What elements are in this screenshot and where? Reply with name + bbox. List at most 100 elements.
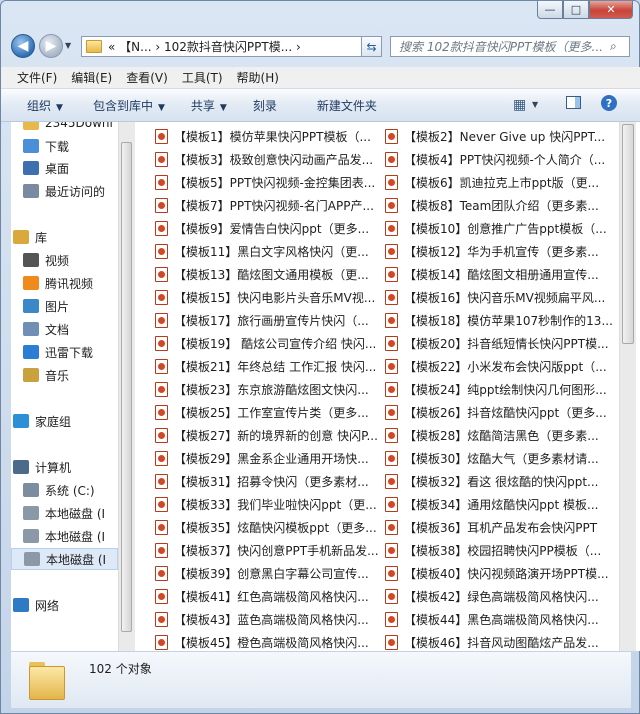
file-item[interactable]: 【模板33】我们毕业啦快闪ppt（更... xyxy=(155,493,381,516)
back-button[interactable]: ◀ xyxy=(11,34,35,58)
file-item[interactable]: 【模板21】年终总结 工作汇报 快闪... xyxy=(155,355,381,378)
file-item[interactable]: 【模板34】通用炫酷快闪ppt 模板... xyxy=(385,493,621,516)
file-item[interactable]: 【模板32】看这 很炫酷的快闪ppt... xyxy=(385,470,621,493)
file-item[interactable]: 【模板11】黑白文字风格快闪（更... xyxy=(155,240,381,263)
sidebar-item[interactable]: 本地磁盘 (I xyxy=(23,502,105,524)
search-input[interactable]: 搜索 102款抖音快闪PPT模板（更多... xyxy=(390,36,630,57)
burn-button[interactable]: 刻录 xyxy=(253,97,277,114)
file-item[interactable]: 【模板43】蓝色高端极简风格快闪... xyxy=(155,608,381,631)
file-name: 【模板17】旅行画册宣传片快闪（... xyxy=(174,314,369,328)
file-item[interactable]: 【模板39】创意黑白字幕公司宣传... xyxy=(155,562,381,585)
file-item[interactable]: 【模板14】酷炫图文相册通用宣传... xyxy=(385,263,621,286)
pptx-file-icon xyxy=(155,382,168,397)
menu-tools[interactable]: 工具(T) xyxy=(182,69,223,86)
sidebar-item[interactable]: 音乐 xyxy=(23,364,69,386)
file-item[interactable]: 【模板19】 酷炫公司宣传介绍 快闪... xyxy=(155,332,381,355)
file-item[interactable]: 【模板20】抖音纸短情长快闪PPT模... xyxy=(385,332,621,355)
sidebar-item[interactable]: 桌面 xyxy=(23,157,69,179)
search-placeholder: 搜索 102款抖音快闪PPT模板（更多... xyxy=(399,40,603,54)
file-item[interactable]: 【模板1】模仿苹果快闪PPT模板（... xyxy=(155,125,381,148)
menu-help[interactable]: 帮助(H) xyxy=(237,69,279,86)
help-icon[interactable]: ? xyxy=(601,95,617,111)
file-item[interactable]: 【模板13】酷炫图文通用模板（更... xyxy=(155,263,381,286)
file-item[interactable]: 【模板16】快闪音乐MV视频扁平风... xyxy=(385,286,621,309)
file-item[interactable]: 【模板26】抖音炫酷快闪ppt（更多... xyxy=(385,401,621,424)
file-item[interactable]: 【模板42】绿色高端极简风格快闪... xyxy=(385,585,621,608)
file-item[interactable]: 【模板2】Never Give up 快闪PPT... xyxy=(385,125,621,148)
file-item[interactable]: 【模板12】华为手机宣传（更多素... xyxy=(385,240,621,263)
chevron-down-icon[interactable]: ▼ xyxy=(532,100,538,109)
file-list-scrollbar[interactable] xyxy=(619,122,636,651)
refresh-button[interactable]: ⇆ xyxy=(361,36,382,57)
sidebar-item[interactable]: 网络 xyxy=(13,594,59,616)
view-options-icon[interactable]: ▦ xyxy=(513,97,526,113)
file-item[interactable]: 【模板30】炫酷大气（更多素材请... xyxy=(385,447,621,470)
sidebar-item[interactable]: 本地磁盘 (I xyxy=(11,548,118,570)
organize-button[interactable]: 组织 ▼ xyxy=(27,97,63,114)
file-name: 【模板1】模仿苹果快闪PPT模板（... xyxy=(174,130,371,144)
file-name: 【模板6】凯迪拉克上市ppt版（更... xyxy=(404,176,600,190)
close-button[interactable]: ✕ xyxy=(589,1,633,19)
share-button[interactable]: 共享 ▼ xyxy=(191,97,227,114)
sidebar-item[interactable]: 视频 xyxy=(23,249,69,271)
file-item[interactable]: 【模板44】黑色高端极简风格快闪... xyxy=(385,608,621,631)
file-item[interactable]: 【模板37】快闪创意PPT手机新品发... xyxy=(155,539,381,562)
sidebar-item[interactable]: 腾讯视频 xyxy=(23,272,93,294)
scrollbar-thumb[interactable] xyxy=(121,142,132,632)
address-bar[interactable]: « 【N... › 102款抖音快闪PPT模... › xyxy=(81,36,381,57)
sidebar-item[interactable]: 2345Downl xyxy=(23,122,113,134)
file-item[interactable]: 【模板3】极致创意快闪动画产品发... xyxy=(155,148,381,171)
recent-pages-dropdown-icon[interactable]: ▼ xyxy=(65,41,71,50)
menu-edit[interactable]: 编辑(E) xyxy=(71,69,112,86)
file-item[interactable]: 【模板31】招募令快闪（更多素材... xyxy=(155,470,381,493)
maximize-button[interactable]: □ xyxy=(563,1,589,19)
sidebar-item[interactable]: 本地磁盘 (I xyxy=(23,525,105,547)
sidebar-item[interactable]: 系统 (C:) xyxy=(23,479,95,501)
file-item[interactable]: 【模板6】凯迪拉克上市ppt版（更... xyxy=(385,171,621,194)
file-item[interactable]: 【模板41】红色高端极简风格快闪... xyxy=(155,585,381,608)
pptx-file-icon xyxy=(385,497,398,512)
new-folder-button[interactable]: 新建文件夹 xyxy=(317,97,377,114)
pptx-file-icon xyxy=(155,474,168,489)
file-item[interactable]: 【模板17】旅行画册宣传片快闪（... xyxy=(155,309,381,332)
sidebar-item[interactable]: 迅雷下载 xyxy=(23,341,93,363)
file-item[interactable]: 【模板46】抖音风动图酷炫产品发... xyxy=(385,631,621,651)
menu-file[interactable]: 文件(F) xyxy=(17,69,57,86)
file-item[interactable]: 【模板15】快闪电影片头音乐MV视... xyxy=(155,286,381,309)
minimize-button[interactable]: — xyxy=(537,1,563,19)
file-name: 【模板13】酷炫图文通用模板（更... xyxy=(174,268,369,282)
menu-view[interactable]: 查看(V) xyxy=(126,69,168,86)
file-item[interactable]: 【模板9】爱情告白快闪ppt（更多... xyxy=(155,217,381,240)
back-arrow-icon: ◀ xyxy=(17,38,29,54)
file-item[interactable]: 【模板22】小米发布会快闪版ppt（... xyxy=(385,355,621,378)
file-item[interactable]: 【模板10】创意推广广告ppt模板（... xyxy=(385,217,621,240)
file-item[interactable]: 【模板36】耳机产品发布会快闪PPT xyxy=(385,516,621,539)
file-item[interactable]: 【模板45】橙色高端极简风格快闪... xyxy=(155,631,381,651)
sidebar-item[interactable]: 库 xyxy=(13,226,47,248)
file-item[interactable]: 【模板40】快闪视频路演开场PPT模... xyxy=(385,562,621,585)
sidebar-item[interactable]: 计算机 xyxy=(13,456,71,478)
preview-pane-icon[interactable] xyxy=(566,96,581,109)
scrollbar-thumb[interactable] xyxy=(622,124,634,344)
file-item[interactable]: 【模板28】炫酷简洁黑色（更多素... xyxy=(385,424,621,447)
file-item[interactable]: 【模板18】模仿苹果107秒制作的13... xyxy=(385,309,621,332)
file-item[interactable]: 【模板7】PPT快闪视频-名门APP产... xyxy=(155,194,381,217)
file-item[interactable]: 【模板23】东京旅游酷炫图文快闪... xyxy=(155,378,381,401)
sidebar-item[interactable]: 最近访问的 xyxy=(23,180,105,202)
file-item[interactable]: 【模板8】Team团队介绍（更多素... xyxy=(385,194,621,217)
forward-button[interactable]: ▶ xyxy=(39,34,63,58)
sidebar-item[interactable]: 下载 xyxy=(23,135,69,157)
file-item[interactable]: 【模板38】校园招聘快闪PP模板（... xyxy=(385,539,621,562)
navigation-scrollbar[interactable] xyxy=(118,122,135,651)
file-item[interactable]: 【模板4】PPT快闪视频-个人简介（... xyxy=(385,148,621,171)
file-item[interactable]: 【模板29】黑金系企业通用开场快... xyxy=(155,447,381,470)
sidebar-item[interactable]: 家庭组 xyxy=(13,410,71,432)
sidebar-item[interactable]: 文档 xyxy=(23,318,69,340)
file-item[interactable]: 【模板5】PPT快闪视频-金控集团表... xyxy=(155,171,381,194)
include-in-library-button[interactable]: 包含到库中 ▼ xyxy=(93,97,165,114)
sidebar-item[interactable]: 图片 xyxy=(23,295,69,317)
file-item[interactable]: 【模板27】新的境界新的创意 快闪P... xyxy=(155,424,381,447)
file-item[interactable]: 【模板25】工作室宣传片类（更多... xyxy=(155,401,381,424)
file-item[interactable]: 【模板35】炫酷快闪模板ppt（更多... xyxy=(155,516,381,539)
file-item[interactable]: 【模板24】纯ppt绘制快闪几何图形... xyxy=(385,378,621,401)
